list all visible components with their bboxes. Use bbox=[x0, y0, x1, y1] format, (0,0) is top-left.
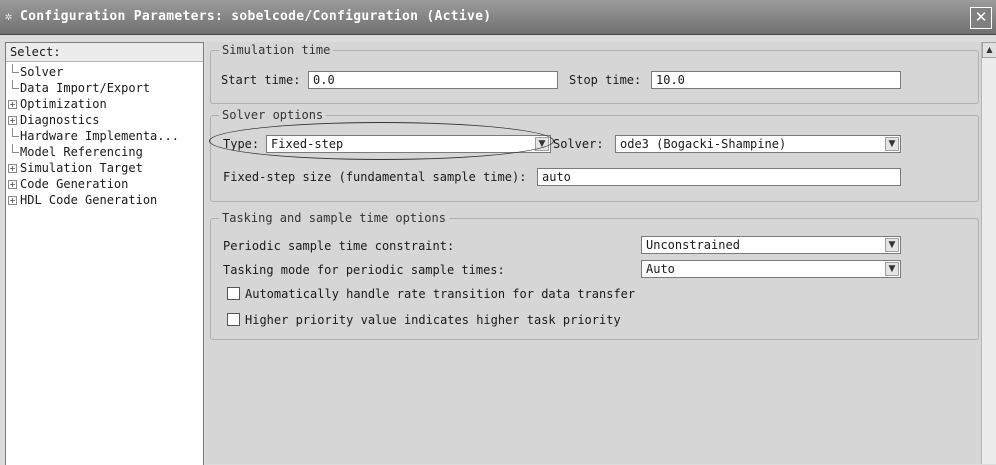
tasking-options-group: Tasking and sample time options Periodic… bbox=[210, 211, 979, 340]
sidebar-item-label: Data Import/Export bbox=[20, 81, 151, 95]
tree-branch-line bbox=[12, 64, 19, 73]
sidebar-item[interactable]: + Diagnostics bbox=[6, 112, 203, 128]
solver-select-value: ode3 (Bogacki-Shampine) bbox=[620, 137, 787, 151]
fixed-step-size-input[interactable]: auto bbox=[537, 168, 901, 186]
select-label: Select: bbox=[6, 43, 203, 62]
chevron-down-icon: ▼ bbox=[885, 262, 899, 276]
priority-checkbox[interactable] bbox=[227, 313, 240, 326]
close-button[interactable]: ✕ bbox=[970, 7, 992, 29]
rate-transition-checkbox-row[interactable]: Automatically handle rate transition for… bbox=[227, 287, 635, 301]
category-tree-pane: Select: Solver Data Import/Export + Optimiz… bbox=[5, 42, 204, 465]
expand-icon[interactable]: + bbox=[8, 116, 17, 125]
tasking-mode-value: Auto bbox=[646, 262, 675, 276]
parameters-pane: Simulation time Start time: 0.0 Stop tim… bbox=[206, 42, 981, 464]
simulation-time-title: Simulation time bbox=[219, 43, 334, 57]
tasking-mode-select[interactable]: Auto ▼ bbox=[641, 260, 901, 278]
close-icon: ✕ bbox=[974, 8, 988, 26]
category-tree: Solver Data Import/Export + Optimization + Di… bbox=[6, 62, 203, 208]
expand-icon[interactable]: + bbox=[8, 164, 17, 173]
tasking-options-title: Tasking and sample time options bbox=[219, 211, 449, 225]
solver-options-group: Solver options Type: Fixed-step ▼ Solver… bbox=[210, 108, 979, 202]
sidebar-item[interactable]: Data Import/Export bbox=[6, 80, 203, 96]
start-time-input[interactable]: 0.0 bbox=[308, 71, 558, 89]
gear-icon: ✲ bbox=[5, 9, 13, 23]
stop-time-input[interactable]: 10.0 bbox=[651, 71, 901, 89]
simulation-time-group: Simulation time Start time: 0.0 Stop tim… bbox=[210, 43, 979, 104]
type-select-value: Fixed-step bbox=[271, 137, 344, 151]
type-select[interactable]: Fixed-step ▼ bbox=[266, 135, 551, 153]
sidebar-item-label: Hardware Implementa... bbox=[20, 129, 179, 143]
expand-icon[interactable]: + bbox=[8, 100, 17, 109]
solver-options-title: Solver options bbox=[219, 108, 327, 122]
type-label: Type: bbox=[223, 137, 260, 151]
stop-time-label: Stop time: bbox=[569, 73, 642, 87]
tree-branch-line bbox=[12, 144, 19, 153]
sidebar-item[interactable]: Model Referencing bbox=[6, 144, 203, 160]
sidebar-item[interactable]: Hardware Implementa... bbox=[6, 128, 203, 144]
sidebar-item[interactable]: + Code Generation bbox=[6, 176, 203, 192]
fixed-step-size-label: Fixed-step size (fundamental sample time… bbox=[223, 170, 527, 184]
tree-branch-line bbox=[12, 128, 19, 137]
expand-icon[interactable]: + bbox=[8, 180, 17, 189]
sidebar-item-label: Simulation Target bbox=[20, 161, 143, 175]
periodic-constraint-label: Periodic sample time constraint: bbox=[223, 239, 455, 253]
chevron-down-icon: ▼ bbox=[885, 238, 899, 252]
rate-transition-label: Automatically handle rate transition for… bbox=[245, 287, 636, 301]
sidebar-item-label: HDL Code Generation bbox=[20, 193, 158, 207]
sidebar-item-label: Optimization bbox=[20, 97, 107, 111]
title-bar: ✲ Configuration Parameters: sobelcode/Co… bbox=[0, 0, 996, 35]
sidebar-item-label: Model Referencing bbox=[20, 145, 143, 159]
chevron-down-icon: ▼ bbox=[535, 137, 549, 151]
sidebar-item[interactable]: + HDL Code Generation bbox=[6, 192, 203, 208]
solver-select[interactable]: ode3 (Bogacki-Shampine) ▼ bbox=[615, 135, 901, 153]
start-time-label: Start time: bbox=[221, 73, 301, 87]
sidebar-item[interactable]: + Simulation Target bbox=[6, 160, 203, 176]
periodic-constraint-select[interactable]: Unconstrained ▼ bbox=[641, 236, 901, 254]
vertical-scrollbar[interactable]: ▲ bbox=[981, 42, 996, 464]
solver-label: Solver: bbox=[553, 137, 604, 151]
sidebar-item[interactable]: Solver bbox=[6, 64, 203, 80]
expand-icon[interactable]: + bbox=[8, 196, 17, 205]
rate-transition-checkbox[interactable] bbox=[227, 287, 240, 300]
tree-branch-line bbox=[12, 80, 19, 89]
sidebar-item-label: Diagnostics bbox=[20, 113, 100, 127]
priority-checkbox-row[interactable]: Higher priority value indicates higher t… bbox=[227, 313, 621, 327]
sidebar-item-label: Code Generation bbox=[20, 177, 129, 191]
chevron-down-icon: ▼ bbox=[885, 137, 899, 151]
tasking-mode-label: Tasking mode for periodic sample times: bbox=[223, 263, 505, 277]
periodic-constraint-value: Unconstrained bbox=[646, 238, 740, 252]
priority-label: Higher priority value indicates higher t… bbox=[245, 313, 621, 327]
window-title: Configuration Parameters: sobelcode/Conf… bbox=[20, 9, 492, 24]
sidebar-item-label: Solver bbox=[20, 65, 64, 79]
sidebar-item[interactable]: + Optimization bbox=[6, 96, 203, 112]
scroll-up-icon[interactable]: ▲ bbox=[982, 42, 996, 58]
